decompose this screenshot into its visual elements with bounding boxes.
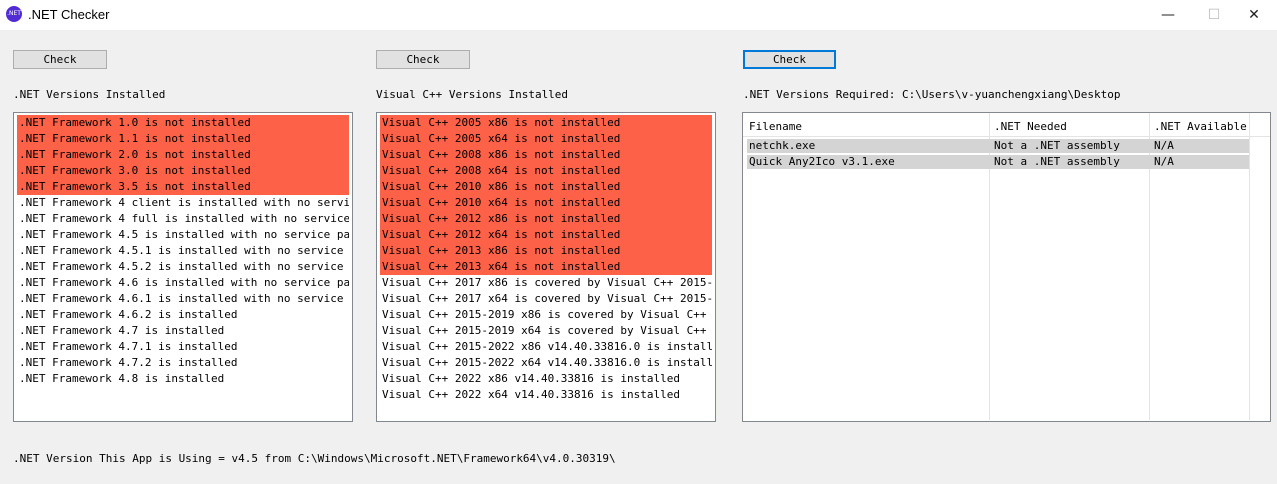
list-item[interactable]: Visual C++ 2017 x86 is covered by Visual… [380, 275, 712, 291]
list-item[interactable]: Visual C++ 2010 x64 is not installed [380, 195, 712, 211]
list-item[interactable]: .NET Framework 2.0 is not installed [17, 147, 349, 163]
list-item[interactable]: .NET Framework 1.1 is not installed [17, 131, 349, 147]
net-needed-cell: Not a .NET assembly [994, 139, 1120, 152]
list-item[interactable]: Visual C++ 2015-2022 x86 v14.40.33816.0 … [380, 339, 712, 355]
list-item[interactable]: .NET Framework 4.5.2 is installed with n… [17, 259, 349, 275]
list-item[interactable]: Visual C++ 2015-2019 x64 is covered by V… [380, 323, 712, 339]
column-header-net-needed[interactable]: .NET Needed [994, 118, 1067, 136]
list-item[interactable]: .NET Framework 1.0 is not installed [17, 115, 349, 131]
list-item[interactable]: .NET Framework 4.5.1 is installed with n… [17, 243, 349, 259]
table-row[interactable]: netchk.exe Not a .NET assembly N/A [747, 139, 1249, 153]
list-item[interactable]: .NET Framework 4.6.2 is installed [17, 307, 349, 323]
list-item[interactable]: .NET Framework 3.5 is not installed [17, 179, 349, 195]
list-item[interactable]: Visual C++ 2015-2022 x64 v14.40.33816.0 … [380, 355, 712, 371]
dotnet-versions-list[interactable]: .NET Framework 1.0 is not installed .NET … [13, 112, 353, 422]
list-item[interactable]: Visual C++ 2013 x86 is not installed [380, 243, 712, 259]
check-vcpp-button[interactable]: Check [376, 50, 470, 69]
filename-cell: netchk.exe [749, 139, 816, 152]
list-item[interactable]: .NET Framework 4.7.1 is installed [17, 339, 349, 355]
column-divider [1249, 113, 1250, 420]
list-item[interactable]: .NET Framework 4.6 is installed with no … [17, 275, 349, 291]
net-available-cell: N/A [1154, 155, 1174, 168]
filename-cell: Quick Any2Ico v3.1.exe [749, 155, 895, 168]
list-item[interactable]: .NET Framework 4 full is installed with … [17, 211, 349, 227]
list-item[interactable]: .NET Framework 4.6.1 is installed with n… [17, 291, 349, 307]
list-item[interactable]: Visual C++ 2012 x86 is not installed [380, 211, 712, 227]
list-item[interactable]: .NET Framework 3.0 is not installed [17, 163, 349, 179]
minimize-button[interactable]: — [1145, 0, 1191, 30]
required-versions-heading: .NET Versions Required: C:\Users\v-yuanc… [743, 88, 1121, 101]
list-item[interactable]: Visual C++ 2013 x64 is not installed [380, 259, 712, 275]
net-available-cell: N/A [1154, 139, 1174, 152]
header-divider [743, 136, 1270, 137]
list-item[interactable]: Visual C++ 2005 x86 is not installed [380, 115, 712, 131]
vcpp-installed-heading: Visual C++ Versions Installed [376, 88, 569, 101]
window-title: .NET Checker [28, 7, 110, 22]
list-item[interactable]: .NET Framework 4 client is installed wit… [17, 195, 349, 211]
list-item[interactable]: .NET Framework 4.7.2 is installed [17, 355, 349, 371]
title-bar: .NET .NET Checker — ☐ ✕ [0, 0, 1277, 30]
dotnet-installed-heading: .NET Versions Installed [13, 88, 166, 101]
check-required-button[interactable]: Check [743, 50, 836, 69]
column-header-filename[interactable]: Filename [749, 118, 802, 136]
list-item[interactable]: Visual C++ 2012 x64 is not installed [380, 227, 712, 243]
net-needed-cell: Not a .NET assembly [994, 155, 1120, 168]
list-item[interactable]: .NET Framework 4.7 is installed [17, 323, 349, 339]
vcpp-versions-list[interactable]: Visual C++ 2005 x86 is not installed Visu… [376, 112, 716, 422]
close-button[interactable]: ✕ [1231, 0, 1277, 30]
list-item[interactable]: Visual C++ 2010 x86 is not installed [380, 179, 712, 195]
list-item[interactable]: Visual C++ 2008 x86 is not installed [380, 147, 712, 163]
list-item[interactable]: Visual C++ 2022 x86 v14.40.33816 is inst… [380, 371, 712, 387]
table-row[interactable]: Quick Any2Ico v3.1.exe Not a .NET assemb… [747, 155, 1249, 169]
list-item[interactable]: Visual C++ 2017 x64 is covered by Visual… [380, 291, 712, 307]
list-item[interactable]: Visual C++ 2005 x64 is not installed [380, 131, 712, 147]
list-item[interactable]: Visual C++ 2008 x64 is not installed [380, 163, 712, 179]
list-item[interactable]: Visual C++ 2015-2019 x86 is covered by V… [380, 307, 712, 323]
list-item[interactable]: Visual C++ 2022 x64 v14.40.33816 is inst… [380, 387, 712, 403]
dotnet-app-icon: .NET [6, 6, 22, 22]
list-item[interactable]: .NET Framework 4.8 is installed [17, 371, 349, 387]
list-item[interactable]: .NET Framework 4.5 is installed with no … [17, 227, 349, 243]
check-dotnet-button[interactable]: Check [13, 50, 107, 69]
runtime-status-text: .NET Version This App is Using = v4.5 fr… [13, 452, 616, 465]
column-header-net-available[interactable]: .NET Available [1154, 118, 1247, 136]
